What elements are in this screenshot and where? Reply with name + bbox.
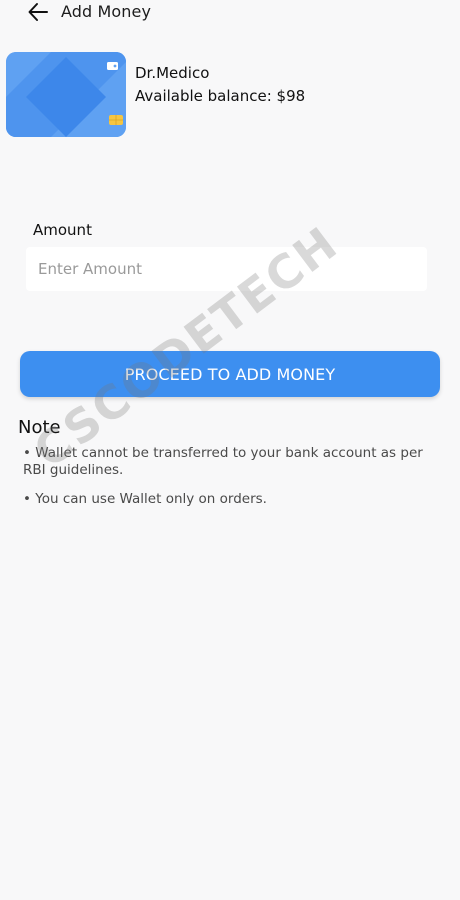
wallet-balance: Available balance: $98 [135,87,306,105]
wallet-card-image [6,52,126,137]
wallet-name: Dr.Medico [135,64,210,82]
wallet-card-graphic [6,52,126,137]
back-button[interactable] [26,0,50,24]
amount-input[interactable] [26,247,427,291]
page-title: Add Money [61,2,152,21]
app-header: Add Money [0,0,460,26]
amount-label: Amount [33,221,92,239]
note-item: • Wallet cannot be transferred to your b… [23,445,423,478]
proceed-to-add-money-button[interactable]: PROCEED TO ADD MONEY [20,351,440,397]
note-title: Note [18,417,61,438]
note-item: • You can use Wallet only on orders. [23,491,267,507]
arrow-left-icon [28,3,48,21]
